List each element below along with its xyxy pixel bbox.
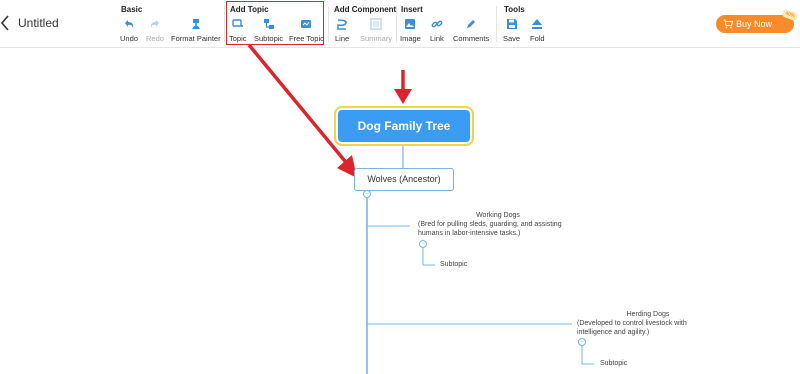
branch-description: (Developed to control livestock with int… bbox=[577, 320, 687, 336]
subtopic-connector bbox=[581, 344, 594, 365]
branch-description: (Bred for pulling sleds, guarding, and a… bbox=[418, 221, 562, 237]
collapse-toggle[interactable]: − bbox=[363, 190, 371, 198]
annotation-arrow bbox=[247, 43, 351, 168]
collapse-toggle[interactable]: − bbox=[419, 240, 427, 248]
branch-node-herding-dogs[interactable]: Herding Dogs (Developed to control lives… bbox=[577, 310, 719, 337]
annotation-arrowhead bbox=[394, 89, 412, 104]
collapse-toggle[interactable]: − bbox=[578, 338, 586, 346]
branch-title: Herding Dogs bbox=[626, 311, 670, 318]
branch-node-working-dogs[interactable]: Working Dogs (Bred for pulling sleds, gu… bbox=[418, 211, 578, 238]
subtopic-node[interactable]: Subtopic bbox=[440, 261, 467, 268]
main-topic-node[interactable]: Wolves (Ancestor) bbox=[354, 168, 454, 191]
subtopic-connector bbox=[422, 246, 435, 266]
root-topic-node[interactable]: Dog Family Tree bbox=[334, 106, 474, 146]
branch-title: Working Dogs bbox=[476, 212, 520, 219]
subtopic-node[interactable]: Subtopic bbox=[600, 360, 627, 367]
